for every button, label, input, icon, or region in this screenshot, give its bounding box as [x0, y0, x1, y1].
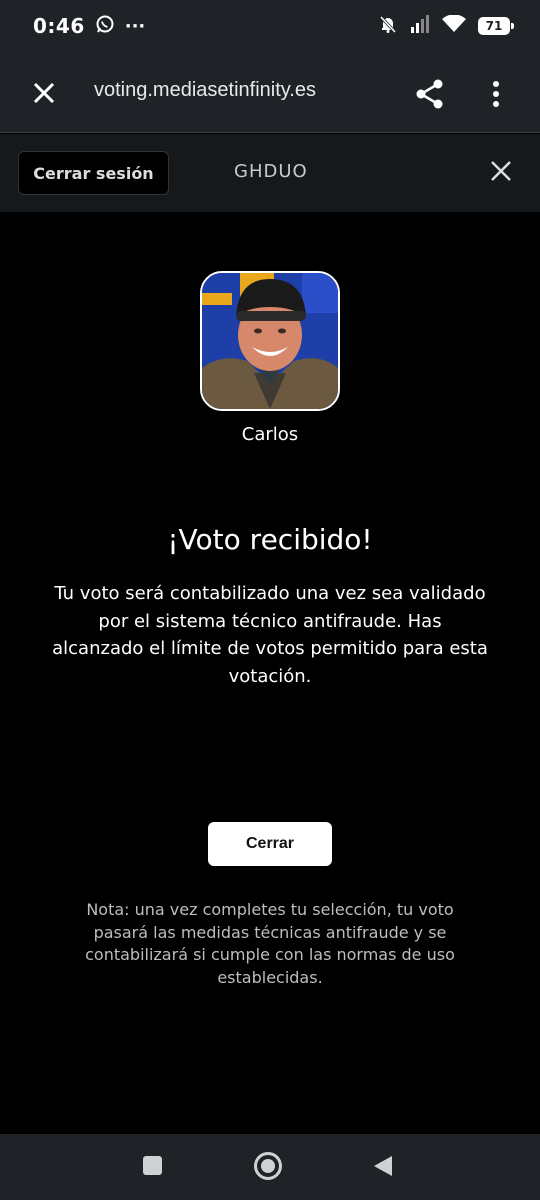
kebab-menu-icon[interactable] [486, 78, 506, 110]
back-icon[interactable] [372, 1154, 394, 1178]
site-header: Cerrar sesión GHDUO [0, 134, 540, 212]
status-bar: 0:46 ··· 71 [0, 0, 540, 52]
close-button[interactable]: Cerrar [208, 822, 332, 866]
candidate-name: Carlos [241, 424, 299, 445]
logout-button[interactable]: Cerrar sesión [18, 151, 169, 195]
note-text: Nota: una vez completes tu selección, tu… [85, 900, 455, 987]
share-icon[interactable] [414, 78, 446, 110]
site-code: GHDUO [234, 161, 308, 182]
wifi-icon [442, 14, 466, 37]
bell-off-icon [378, 14, 398, 38]
close-icon[interactable] [30, 79, 58, 107]
vote-message: Tu voto será contabilizado una vez sea v… [52, 583, 488, 687]
close-icon[interactable] [489, 159, 513, 183]
vote-received-title: ¡Voto recibido! [167, 523, 373, 556]
home-icon[interactable] [254, 1152, 282, 1180]
battery-icon: 71 [478, 17, 514, 35]
browser-url[interactable]: voting.mediasetinfinity.es [94, 79, 316, 102]
signal-icon [410, 15, 430, 37]
recents-icon[interactable] [143, 1156, 162, 1175]
phone-screen: 0:46 ··· 71 voting.mediasetinfinity.es C… [0, 0, 540, 1200]
whatsapp-icon [95, 14, 115, 38]
more-notifications-icon: ··· [124, 15, 146, 37]
status-time: 0:46 [33, 14, 85, 38]
browser-toolbar: voting.mediasetinfinity.es [0, 52, 540, 133]
avatar [200, 271, 340, 411]
navigation-bar [0, 1134, 540, 1200]
